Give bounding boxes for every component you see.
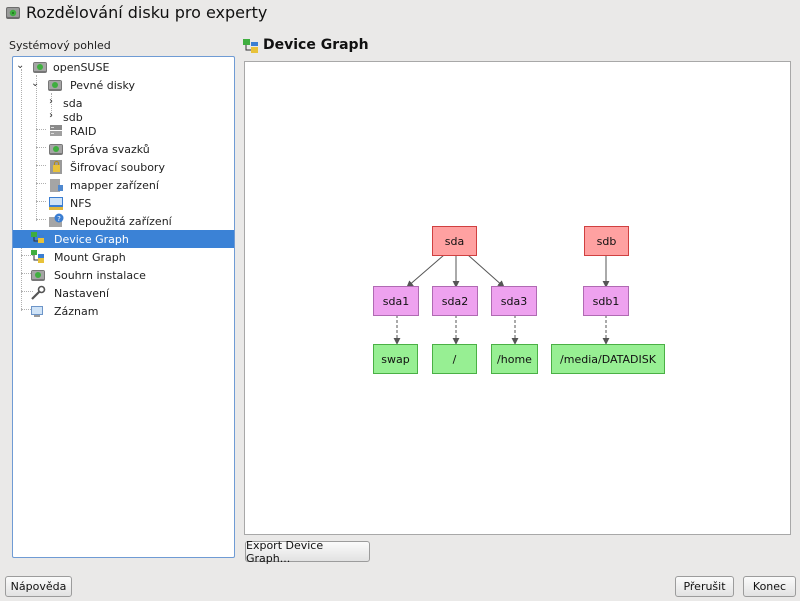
mount-graph-icon bbox=[31, 250, 44, 263]
tree-item-nfs[interactable]: NFS bbox=[13, 194, 234, 212]
system-view-label: Systémový pohled bbox=[9, 39, 111, 52]
tree-item-device-graph[interactable]: Device Graph bbox=[13, 230, 234, 248]
tree-item-label: Šifrovací soubory bbox=[70, 161, 165, 174]
system-view-tree[interactable]: ⌄ openSUSE ⌄ Pevné disky › sda › sdb RAI… bbox=[12, 56, 235, 558]
tree-item-label: openSUSE bbox=[53, 61, 110, 74]
graph-node-media-datadisk[interactable]: /media/DATADISK bbox=[551, 344, 665, 374]
tree-item-label: Nepoužitá zařízení bbox=[70, 215, 172, 228]
tree-item-mount-graph[interactable]: Mount Graph bbox=[13, 248, 234, 266]
hard-disk-icon bbox=[48, 80, 62, 91]
device-graph-icon bbox=[31, 232, 44, 243]
tree-item-device-mapper[interactable]: mapper zařízení bbox=[13, 176, 234, 194]
tree-item-log[interactable]: Záznam bbox=[13, 302, 234, 320]
tree-item-label: Nastavení bbox=[54, 287, 110, 300]
collapse-arrow-icon[interactable]: › bbox=[49, 110, 53, 121]
graph-node-sda[interactable]: sda bbox=[432, 226, 477, 256]
graph-node-swap[interactable]: swap bbox=[373, 344, 418, 374]
tree-item-volume-management[interactable]: Správa svazků bbox=[13, 140, 234, 158]
graph-node-sda2[interactable]: sda2 bbox=[432, 286, 478, 316]
lock-icon bbox=[50, 160, 62, 174]
help-button[interactable]: Nápověda bbox=[5, 576, 72, 597]
edge-sda-sda1 bbox=[406, 254, 445, 288]
settings-wrench-icon bbox=[31, 285, 46, 300]
device-mapper-icon bbox=[50, 179, 63, 192]
export-device-graph-button[interactable]: Export Device Graph... bbox=[245, 539, 370, 565]
tree-item-settings[interactable]: Nastavení bbox=[13, 284, 234, 302]
tree-item-installation-summary[interactable]: Souhrn instalace bbox=[13, 266, 234, 284]
tree-item-label: mapper zařízení bbox=[70, 179, 159, 192]
tree-item-label: Pevné disky bbox=[70, 79, 136, 92]
device-graph-canvas[interactable]: sda sdb sda1 sda2 sda3 sdb1 swap / /home… bbox=[244, 61, 791, 535]
graph-node-sda3[interactable]: sda3 bbox=[491, 286, 537, 316]
device-graph-icon bbox=[243, 39, 258, 53]
finish-button[interactable]: Konec bbox=[743, 576, 796, 597]
tree-item-crypt-files[interactable]: Šifrovací soubory bbox=[13, 158, 234, 176]
tree-item-opensuse[interactable]: ⌄ openSUSE bbox=[13, 58, 234, 76]
log-monitor-icon bbox=[31, 306, 43, 317]
abort-button[interactable]: Přerušit bbox=[675, 576, 734, 597]
install-summary-icon bbox=[31, 270, 45, 281]
volume-manager-icon bbox=[49, 144, 63, 155]
graph-node-root[interactable]: / bbox=[432, 344, 477, 374]
graph-node-sdb1[interactable]: sdb1 bbox=[583, 286, 629, 316]
svg-text:?: ? bbox=[57, 215, 61, 223]
raid-icon bbox=[50, 125, 62, 136]
edge-sda-sda3 bbox=[467, 254, 505, 288]
tree-item-raid[interactable]: RAID bbox=[13, 122, 234, 140]
window-title: Rozdělování disku pro experty bbox=[26, 3, 268, 22]
expand-arrow-icon[interactable]: ⌄ bbox=[16, 60, 24, 71]
tree-item-label: Souhrn instalace bbox=[54, 269, 146, 282]
partitioner-app-icon bbox=[6, 7, 20, 19]
tree-item-label: NFS bbox=[70, 197, 92, 210]
graph-title: Device Graph bbox=[263, 37, 369, 53]
tree-item-label: RAID bbox=[70, 125, 97, 138]
tree-item-label: Device Graph bbox=[54, 233, 129, 246]
tree-item-hard-disks[interactable]: ⌄ Pevné disky bbox=[13, 76, 234, 94]
nfs-icon bbox=[49, 197, 63, 210]
collapse-arrow-icon[interactable]: › bbox=[49, 96, 53, 107]
unused-device-icon: ? bbox=[49, 213, 64, 227]
tree-item-label: Záznam bbox=[54, 305, 99, 318]
graph-node-sdb[interactable]: sdb bbox=[584, 226, 629, 256]
graph-node-home[interactable]: /home bbox=[491, 344, 538, 374]
tree-item-unused-devices[interactable]: ? Nepoužitá zařízení bbox=[13, 212, 234, 230]
graph-node-sda1[interactable]: sda1 bbox=[373, 286, 419, 316]
tree-item-label: Mount Graph bbox=[54, 251, 126, 264]
hard-disk-icon bbox=[33, 62, 47, 73]
expand-arrow-icon[interactable]: ⌄ bbox=[31, 78, 39, 89]
tree-item-label: Správa svazků bbox=[70, 143, 150, 156]
